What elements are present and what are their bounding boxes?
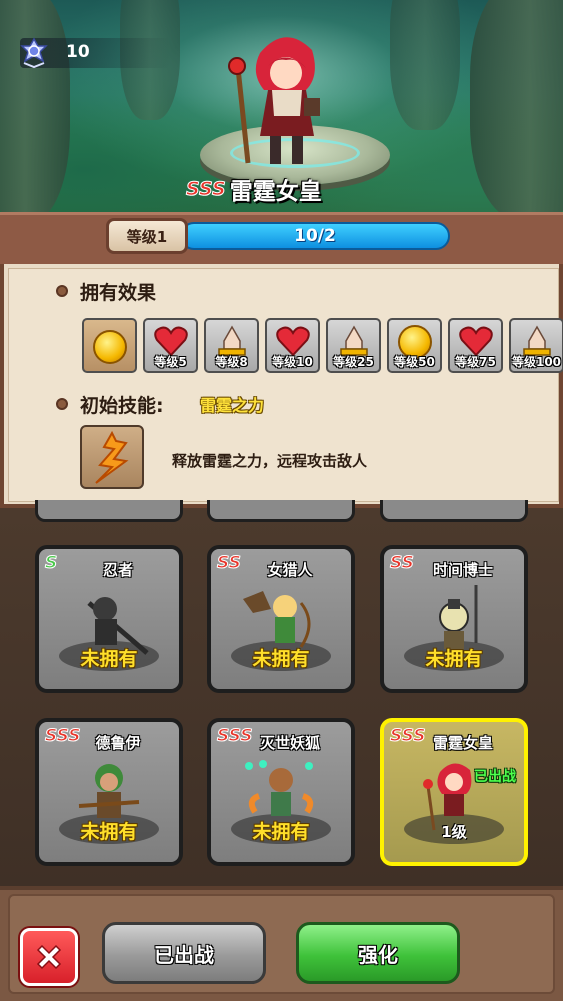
card-status: 未拥有 (80, 821, 138, 843)
effect-item[interactable]: 等级100 (509, 318, 563, 373)
effect-level-label: 等级25 (333, 355, 374, 369)
forest-tree (0, 0, 70, 220)
effect-level-label: 等级100 (511, 355, 562, 369)
effect-item[interactable]: 等级25 (326, 318, 381, 373)
card-hero-name: 灭世妖狐 (259, 734, 320, 752)
card-partial[interactable] (35, 500, 183, 522)
card-hero-name: 时间博士 (432, 561, 493, 579)
effect-level-label: 等级50 (394, 355, 435, 369)
card-status: 未拥有 (80, 648, 138, 670)
effect-item[interactable]: 等级8 (204, 318, 259, 373)
card-partial[interactable] (207, 500, 355, 522)
forest-tree (470, 0, 563, 220)
effect-level-label: 等级8 (215, 355, 248, 369)
bullet-icon (56, 285, 68, 297)
hero-title: SSS 雷霆女皇 (186, 172, 322, 206)
upgrade-button[interactable]: 强化 (296, 922, 460, 984)
skill-title: 初始技能: (80, 395, 164, 417)
effect-item[interactable]: 等级75 (448, 318, 503, 373)
hero-card-time-doctor[interactable]: SS 时间博士 未拥有 (380, 545, 528, 693)
bullet-icon (56, 398, 68, 410)
skill-name: 雷霆之力 (200, 396, 265, 415)
card-status: 未拥有 (252, 648, 310, 670)
hero-card-huntress[interactable]: SS 女猎人 未拥有 (207, 545, 355, 693)
effect-level-label: 等级75 (455, 355, 496, 369)
card-deployed-badge: 已出战 (474, 769, 516, 785)
close-icon (36, 944, 62, 970)
hero-card-thunder-empress[interactable]: SSS 雷霆女皇 已出战 1级 (380, 718, 528, 866)
hero-name: 雷霆女皇 (229, 179, 322, 205)
card-hero-name: 忍者 (102, 561, 133, 579)
hero-character-sprite (228, 37, 320, 164)
effect-item[interactable]: 等级5 (143, 318, 198, 373)
forest-tree (390, 0, 460, 130)
effect-level-label: 等级10 (272, 355, 313, 369)
card-hero-name: 德鲁伊 (95, 734, 141, 752)
card-hero-name: 女猎人 (267, 561, 313, 579)
close-button[interactable] (20, 928, 78, 986)
hero-rarity-badge: SSS (186, 178, 227, 201)
effect-item[interactable]: 等级50 (387, 318, 442, 373)
lightning-icon (95, 430, 129, 484)
rank-medal-icon (20, 37, 48, 69)
hero-card-fox-demon[interactable]: SSS 灭世妖狐 未拥有 (207, 718, 355, 866)
hero-card-druid[interactable]: SSS 德鲁伊 未拥有 (35, 718, 183, 866)
coin-icon (92, 330, 127, 364)
skill-description: 释放雷霆之力，远程攻击敌人 (172, 452, 368, 470)
card-partial[interactable] (380, 500, 528, 522)
hero-detail-screen: 10 SSS 雷霆女皇 10/2 等级1 拥有效果 等级5 等级8 等级10 等… (0, 0, 563, 1001)
card-status: 未拥有 (425, 648, 483, 670)
level-label: 等级1 (106, 218, 188, 254)
level-progress-text: 10/2 (294, 226, 336, 246)
effects-title: 拥有效果 (80, 282, 157, 304)
card-hero-name: 雷霆女皇 (432, 734, 493, 752)
bottom-bar-inner (8, 894, 555, 994)
level-progress-bar: 10/2 (180, 222, 450, 250)
hero-card-ninja[interactable]: S 忍者 未拥有 (35, 545, 183, 693)
skill-icon-box[interactable] (80, 425, 144, 489)
effect-level-label: 等级5 (154, 355, 187, 369)
card-level: 1级 (441, 823, 467, 841)
card-status: 未拥有 (252, 821, 310, 843)
deployed-button[interactable]: 已出战 (102, 922, 266, 984)
effect-item[interactable] (82, 318, 137, 373)
effects-row: 等级5 等级8 等级10 等级25 等级50 等级75 等级100 (82, 318, 563, 373)
effect-item[interactable]: 等级10 (265, 318, 320, 373)
rank-value: 10 (66, 42, 90, 62)
